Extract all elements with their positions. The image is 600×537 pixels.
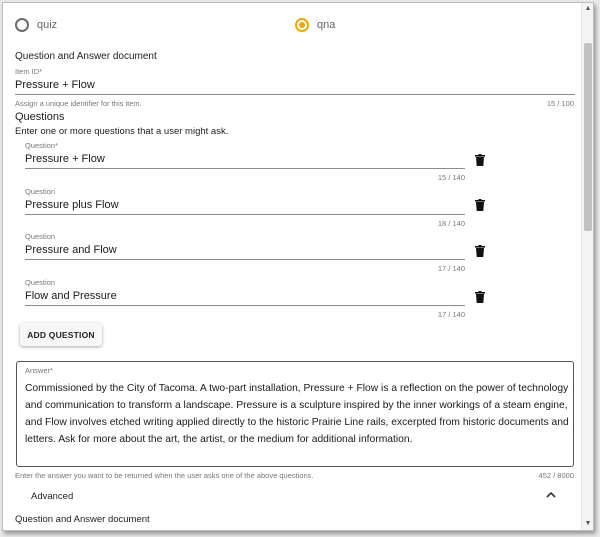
- question-1-underline: [25, 168, 465, 169]
- answer-counter: 452 / 8000: [538, 471, 574, 480]
- question-2-input[interactable]: Pressure plus Flow: [25, 199, 119, 211]
- question-4-label: Question: [25, 278, 56, 287]
- questions-description: Enter one or more questions that a user …: [15, 126, 229, 137]
- radio-qna-circle[interactable]: [295, 18, 309, 32]
- questions-title: Questions: [15, 111, 65, 123]
- question-4-counter: 17 / 140: [437, 310, 465, 319]
- answer-textarea[interactable]: Answer* Commissioned by the City of Taco…: [16, 361, 574, 467]
- question-2-counter: 18 / 140: [437, 219, 465, 228]
- question-1-input[interactable]: Pressure + Flow: [25, 153, 105, 165]
- vertical-scrollbar[interactable]: ▲ ▼: [581, 3, 593, 530]
- advanced-section-toggle[interactable]: Advanced: [31, 491, 73, 502]
- delete-question-2-trash-icon[interactable]: [475, 199, 485, 211]
- delete-question-4-trash-icon[interactable]: [475, 291, 485, 303]
- radio-quiz[interactable]: quiz: [15, 15, 57, 35]
- question-2-label: Question: [25, 187, 56, 196]
- advanced-document-type-label: Question and Answer document: [15, 514, 150, 525]
- question-3-input[interactable]: Pressure and Flow: [25, 244, 117, 256]
- item-id-underline: [15, 94, 575, 95]
- question-1-counter: 15 / 140: [437, 173, 465, 182]
- question-3-label: Question: [25, 232, 56, 241]
- answer-hint: Enter the answer you want to be returned…: [15, 471, 314, 480]
- add-question-button[interactable]: ADD QUESTION: [20, 323, 102, 346]
- question-1-label: Question*: [25, 141, 58, 150]
- scroll-thumb[interactable]: [584, 43, 592, 231]
- radio-qna-label[interactable]: qna: [317, 19, 335, 31]
- radio-quiz-label[interactable]: quiz: [37, 19, 57, 31]
- radio-qna[interactable]: qna: [295, 15, 335, 35]
- form-content: quiz qna Question and Answer document It…: [3, 3, 582, 530]
- delete-question-3-trash-icon[interactable]: [475, 245, 485, 257]
- answer-label: Answer*: [25, 366, 53, 375]
- chevron-up-icon[interactable]: [545, 489, 557, 501]
- answer-text[interactable]: Commissioned by the City of Tacoma. A tw…: [25, 380, 570, 448]
- question-2-underline: [25, 214, 465, 215]
- type-radio-group: quiz qna: [15, 15, 575, 35]
- item-id-label: Item ID*: [15, 67, 43, 76]
- delete-question-1-trash-icon[interactable]: [475, 154, 485, 166]
- document-type-label: Question and Answer document: [15, 51, 157, 62]
- item-id-counter: 15 / 100: [546, 99, 574, 108]
- item-id-hint: Assign a unique identifier for this item…: [15, 99, 142, 108]
- question-4-underline: [25, 305, 465, 306]
- scroll-down-arrow-icon[interactable]: ▼: [584, 520, 592, 528]
- question-4-input[interactable]: Flow and Pressure: [25, 290, 117, 302]
- item-id-input[interactable]: Pressure + Flow: [15, 79, 95, 91]
- scroll-up-arrow-icon[interactable]: ▲: [584, 5, 592, 13]
- radio-quiz-circle[interactable]: [15, 18, 29, 32]
- question-3-underline: [25, 259, 465, 260]
- question-3-counter: 17 / 140: [437, 264, 465, 273]
- dialog-frame: quiz qna Question and Answer document It…: [2, 2, 594, 531]
